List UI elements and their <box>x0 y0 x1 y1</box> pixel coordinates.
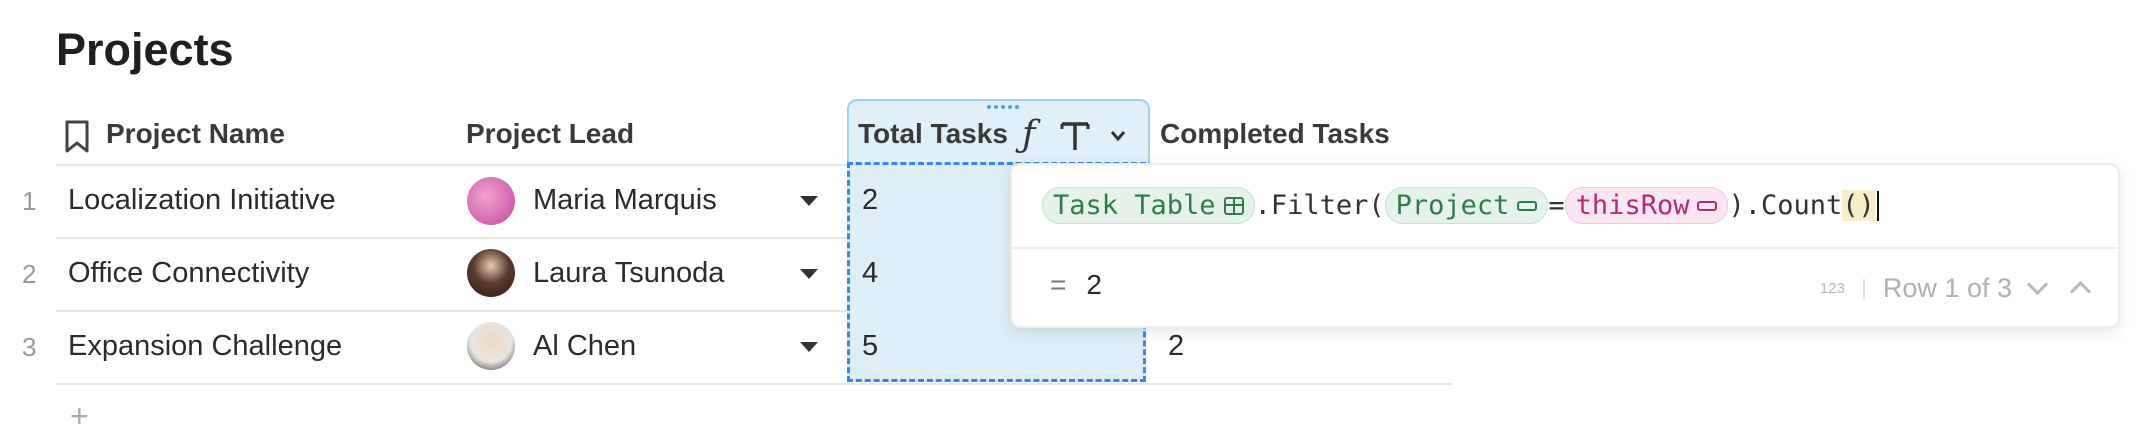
avatar <box>467 322 515 370</box>
chevron-up-icon[interactable] <box>2069 280 2092 303</box>
formula-editor-popup: Task Table .Filter( Project = thisRow ).… <box>1010 163 2120 328</box>
total-tasks-cell[interactable]: 2 <box>862 184 878 217</box>
table-chip-label: Task Table <box>1053 190 1216 221</box>
total-tasks-cell[interactable]: 5 <box>862 330 878 363</box>
text-cursor <box>1876 190 1879 221</box>
project-chip-label: Project <box>1395 190 1510 221</box>
avatar <box>467 177 515 225</box>
project-lead-cell[interactable]: Maria Marquis <box>533 184 717 217</box>
popup-divider <box>1012 247 2118 249</box>
paren-close: ) <box>1858 190 1875 221</box>
dropdown-caret-icon[interactable] <box>800 196 818 206</box>
avatar <box>467 249 515 297</box>
project-column-chip[interactable]: Project <box>1384 187 1549 224</box>
row-number: 2 <box>22 259 37 289</box>
thisrow-chip[interactable]: thisRow <box>1564 187 1729 224</box>
column-header-project-lead[interactable]: Project Lead <box>466 118 634 150</box>
column-ref-icon <box>1697 200 1718 211</box>
dropdown-caret-icon[interactable] <box>800 269 818 279</box>
column-header-project-name[interactable]: Project Name <box>106 118 285 150</box>
text-type-icon[interactable] <box>1060 120 1090 152</box>
row-divider <box>56 383 1452 385</box>
result-value: 2 <box>1086 269 1102 300</box>
count-function: ).Count <box>1728 190 1843 221</box>
project-lead-cell[interactable]: Al Chen <box>533 330 636 363</box>
bookmark-icon <box>65 120 89 153</box>
formula-input[interactable]: Task Table .Filter( Project = thisRow ).… <box>1042 187 1879 224</box>
completed-tasks-cell[interactable]: 2 <box>1168 330 1184 363</box>
project-name-cell[interactable]: Expansion Challenge <box>68 330 342 363</box>
dropdown-caret-icon[interactable] <box>800 342 818 352</box>
formula-icon[interactable]: ƒ <box>1022 114 1035 155</box>
page-title: Projects <box>56 24 234 75</box>
table-chip[interactable]: Task Table <box>1042 187 1255 224</box>
result-equals: = <box>1050 269 1067 300</box>
column-header-total-tasks[interactable]: Total Tasks <box>858 118 1008 150</box>
project-name-cell[interactable]: Office Connectivity <box>68 257 309 290</box>
number-type-badge: 123 <box>1819 280 1845 297</box>
chevron-down-icon[interactable] <box>1110 130 1126 142</box>
result-meta: 123 Row 1 of 3 <box>1819 273 2092 304</box>
project-name-cell[interactable]: Localization Initiative <box>68 184 336 217</box>
filter-function: .Filter( <box>1254 190 1385 221</box>
plus-icon[interactable]: + <box>70 398 89 435</box>
thisrow-chip-label: thisRow <box>1575 190 1690 221</box>
project-lead-cell[interactable]: Laura Tsunoda <box>533 257 724 290</box>
chevron-down-icon[interactable] <box>2026 273 2049 296</box>
table-icon <box>1223 196 1244 215</box>
row-number: 3 <box>22 332 37 362</box>
meta-divider <box>1862 278 1865 299</box>
row-number: 1 <box>22 186 37 216</box>
row-navigation-label: Row 1 of 3 <box>1882 273 2012 303</box>
column-header-completed-tasks[interactable]: Completed Tasks <box>1160 118 1390 150</box>
equals-operator: = <box>1548 190 1565 221</box>
paren-open: ( <box>1842 190 1859 221</box>
total-tasks-cell[interactable]: 4 <box>862 257 878 290</box>
formula-result: = 2 <box>1050 269 1102 301</box>
drag-handle-icon[interactable] <box>986 104 1020 110</box>
column-ref-icon <box>1517 200 1538 211</box>
